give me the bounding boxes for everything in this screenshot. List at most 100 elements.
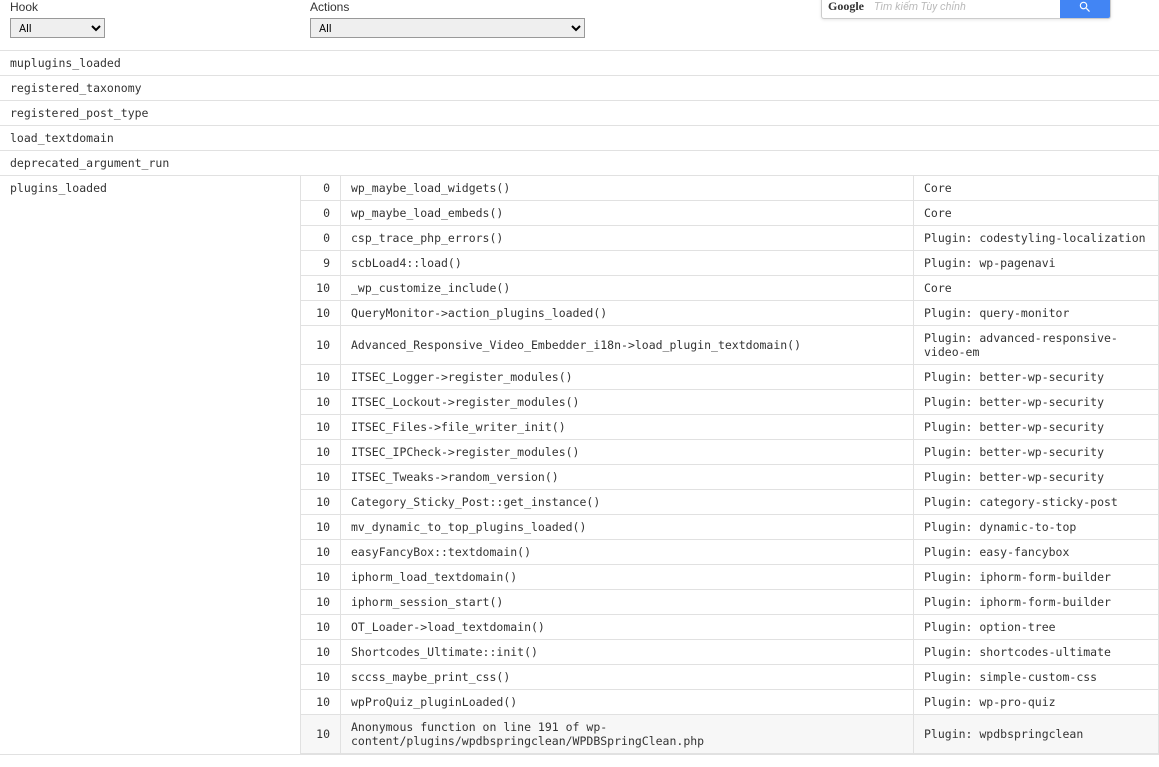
- action-row: 10iphorm_load_textdomain()Plugin: iphorm…: [301, 565, 1159, 590]
- action-row: 9scbLoad4::load()Plugin: wp-pagenavi: [301, 251, 1159, 276]
- action-row: 10ITSEC_Lockout->register_modules()Plugi…: [301, 390, 1159, 415]
- action-source: Plugin: easy-fancybox: [914, 540, 1159, 565]
- action-source: Plugin: wpdbspringclean: [914, 715, 1159, 754]
- actions-table: 0wp_maybe_load_widgets()Core0wp_maybe_lo…: [300, 176, 1159, 754]
- action-source: Plugin: advanced-responsive-video-em: [914, 326, 1159, 365]
- action-source: Plugin: codestyling-localization: [914, 226, 1159, 251]
- action-priority: 10: [301, 390, 341, 415]
- action-priority: 10: [301, 365, 341, 390]
- action-priority: 10: [301, 490, 341, 515]
- action-row: 0csp_trace_php_errors()Plugin: codestyli…: [301, 226, 1159, 251]
- hook-name: load_textdomain: [0, 126, 300, 150]
- action-priority: 10: [301, 276, 341, 301]
- action-callback: QueryMonitor->action_plugins_loaded(): [341, 301, 914, 326]
- action-source: Core: [914, 201, 1159, 226]
- hook-name: registered_taxonomy: [0, 76, 300, 100]
- action-callback: ITSEC_Lockout->register_modules(): [341, 390, 914, 415]
- action-priority: 10: [301, 440, 341, 465]
- action-priority: 10: [301, 465, 341, 490]
- action-row: 10ITSEC_Tweaks->random_version()Plugin: …: [301, 465, 1159, 490]
- action-source: Plugin: dynamic-to-top: [914, 515, 1159, 540]
- action-source: Plugin: better-wp-security: [914, 465, 1159, 490]
- action-priority: 10: [301, 326, 341, 365]
- actions-filter-select[interactable]: All: [310, 18, 585, 38]
- action-priority: 0: [301, 176, 341, 201]
- hook-name: registered_post_type: [0, 101, 300, 125]
- action-row: 10Anonymous function on line 191 of wp-c…: [301, 715, 1159, 754]
- action-source: Plugin: shortcodes-ultimate: [914, 640, 1159, 665]
- action-callback: wp_maybe_load_embeds(): [341, 201, 914, 226]
- action-callback: Category_Sticky_Post::get_instance(): [341, 490, 914, 515]
- action-row: 10ITSEC_Logger->register_modules()Plugin…: [301, 365, 1159, 390]
- action-callback: scbLoad4::load(): [341, 251, 914, 276]
- hook-row: load_textdomain: [0, 126, 1159, 151]
- action-source: Plugin: category-sticky-post: [914, 490, 1159, 515]
- action-callback: ITSEC_IPCheck->register_modules(): [341, 440, 914, 465]
- action-row: 10OT_Loader->load_textdomain()Plugin: op…: [301, 615, 1159, 640]
- action-source: Core: [914, 176, 1159, 201]
- hook-details: 0wp_maybe_load_widgets()Core0wp_maybe_lo…: [300, 176, 1159, 754]
- action-source: Plugin: better-wp-security: [914, 440, 1159, 465]
- action-row: 10mv_dynamic_to_top_plugins_loaded()Plug…: [301, 515, 1159, 540]
- search-icon: [1078, 0, 1092, 14]
- action-callback: Shortcodes_Ultimate::init(): [341, 640, 914, 665]
- hook-name: muplugins_loaded: [0, 51, 300, 75]
- hook-row: registered_post_type: [0, 101, 1159, 126]
- hook-filter-label: Hook: [10, 0, 290, 14]
- google-custom-search[interactable]: Google Tìm kiếm Tùy chỉnh: [821, 0, 1111, 19]
- action-row: 10Category_Sticky_Post::get_instance()Pl…: [301, 490, 1159, 515]
- action-source: Plugin: simple-custom-css: [914, 665, 1159, 690]
- search-button[interactable]: [1060, 0, 1110, 18]
- action-row: 10QueryMonitor->action_plugins_loaded()P…: [301, 301, 1159, 326]
- action-row: 10Shortcodes_Ultimate::init()Plugin: sho…: [301, 640, 1159, 665]
- action-source: Plugin: wp-pro-quiz: [914, 690, 1159, 715]
- hook-row: registered_taxonomy: [0, 76, 1159, 101]
- action-row: 10sccss_maybe_print_css()Plugin: simple-…: [301, 665, 1159, 690]
- action-callback: wpProQuiz_pluginLoaded(): [341, 690, 914, 715]
- action-priority: 0: [301, 201, 341, 226]
- hook-row: deprecated_argument_run: [0, 151, 1159, 176]
- action-row: 0wp_maybe_load_embeds()Core: [301, 201, 1159, 226]
- hook-name: plugins_loaded: [0, 176, 300, 754]
- google-logo: Google: [828, 0, 864, 14]
- action-callback: wp_maybe_load_widgets(): [341, 176, 914, 201]
- action-priority: 10: [301, 615, 341, 640]
- action-row: 10_wp_customize_include()Core: [301, 276, 1159, 301]
- hook-name: deprecated_argument_run: [0, 151, 300, 175]
- action-callback: OT_Loader->load_textdomain(): [341, 615, 914, 640]
- action-row: 10easyFancyBox::textdomain()Plugin: easy…: [301, 540, 1159, 565]
- action-row: 10iphorm_session_start()Plugin: iphorm-f…: [301, 590, 1159, 615]
- action-callback: sccss_maybe_print_css(): [341, 665, 914, 690]
- action-priority: 0: [301, 226, 341, 251]
- search-input[interactable]: Google Tìm kiếm Tùy chỉnh: [822, 0, 1060, 18]
- action-callback: csp_trace_php_errors(): [341, 226, 914, 251]
- action-callback: iphorm_load_textdomain(): [341, 565, 914, 590]
- action-priority: 9: [301, 251, 341, 276]
- hook-details: [300, 76, 1159, 100]
- hook-list: muplugins_loadedregistered_taxonomyregis…: [0, 50, 1159, 755]
- action-source: Plugin: iphorm-form-builder: [914, 590, 1159, 615]
- action-row: 0wp_maybe_load_widgets()Core: [301, 176, 1159, 201]
- hook-filter-select[interactable]: All: [10, 18, 105, 38]
- action-priority: 10: [301, 690, 341, 715]
- action-priority: 10: [301, 301, 341, 326]
- action-source: Plugin: better-wp-security: [914, 390, 1159, 415]
- action-source: Plugin: option-tree: [914, 615, 1159, 640]
- action-source: Plugin: better-wp-security: [914, 415, 1159, 440]
- action-callback: easyFancyBox::textdomain(): [341, 540, 914, 565]
- hook-row: muplugins_loaded: [0, 51, 1159, 76]
- action-callback: iphorm_session_start(): [341, 590, 914, 615]
- action-row: 10wpProQuiz_pluginLoaded()Plugin: wp-pro…: [301, 690, 1159, 715]
- action-row: 10ITSEC_Files->file_writer_init()Plugin:…: [301, 415, 1159, 440]
- action-priority: 10: [301, 565, 341, 590]
- hook-details: [300, 151, 1159, 175]
- action-priority: 10: [301, 415, 341, 440]
- action-priority: 10: [301, 590, 341, 615]
- action-callback: ITSEC_Tweaks->random_version(): [341, 465, 914, 490]
- action-callback: Advanced_Responsive_Video_Embedder_i18n-…: [341, 326, 914, 365]
- action-priority: 10: [301, 640, 341, 665]
- action-source: Plugin: better-wp-security: [914, 365, 1159, 390]
- action-callback: ITSEC_Files->file_writer_init(): [341, 415, 914, 440]
- action-source: Plugin: query-monitor: [914, 301, 1159, 326]
- hook-details: [300, 51, 1159, 75]
